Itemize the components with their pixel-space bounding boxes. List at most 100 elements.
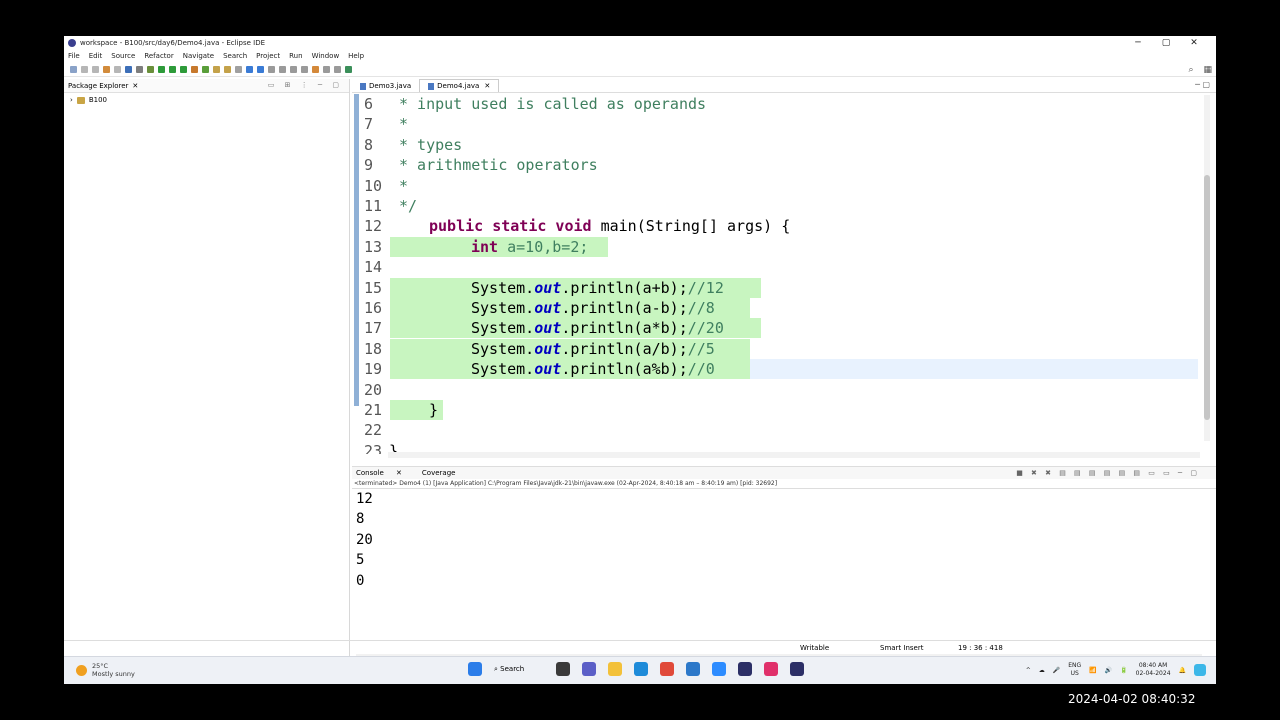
menu-source[interactable]: Source	[111, 52, 135, 60]
perspective-icon[interactable]: ▦	[1203, 65, 1212, 75]
view-menu-icons[interactable]: ▭ ⊞ ⋮ ─ ▢	[268, 81, 343, 89]
onedrive-icon[interactable]: ☁	[1039, 667, 1045, 674]
scroll-thumb[interactable]	[1204, 175, 1210, 420]
editor-view-controls[interactable]: ─ ▢	[1195, 80, 1210, 89]
weather-widget[interactable]: 25°C Mostly sunny	[76, 662, 135, 678]
save-icon[interactable]	[81, 66, 88, 73]
pin-editor-icon[interactable]	[345, 66, 352, 73]
new-java-project-icon[interactable]	[191, 66, 198, 73]
minimize-button[interactable]: ─	[1124, 36, 1152, 50]
menu-project[interactable]: Project	[256, 52, 280, 60]
close-icon[interactable]: ✕	[484, 82, 490, 90]
new-icon[interactable]	[70, 66, 77, 73]
code-line: 6 * input used is called as operands	[354, 94, 1202, 114]
code-line: 14	[354, 257, 1202, 277]
tree-item-project[interactable]: › B100	[64, 93, 349, 107]
copilot-icon[interactable]	[1194, 664, 1206, 676]
debug-icon[interactable]	[147, 66, 154, 73]
console-output[interactable]: 12 8 20 5 0	[352, 489, 1216, 591]
undo-icon[interactable]	[103, 66, 110, 73]
terminal-icon[interactable]	[125, 66, 132, 73]
zoom-icon[interactable]	[712, 662, 726, 676]
notification-bell-icon[interactable]: 🔔	[1179, 667, 1186, 674]
language-indicator[interactable]: ENG US	[1068, 662, 1081, 678]
close-icon[interactable]: ✕	[396, 469, 402, 477]
skip-breakpoints-icon[interactable]	[136, 66, 143, 73]
new-class-icon[interactable]	[202, 66, 209, 73]
line-number: 17	[364, 319, 383, 338]
tab-demo4[interactable]: Demo4.java ✕	[419, 79, 500, 92]
edge-icon[interactable]	[634, 662, 648, 676]
last-edit-icon[interactable]	[312, 66, 319, 73]
file-explorer-icon[interactable]	[608, 662, 622, 676]
horizontal-scrollbar[interactable]	[388, 452, 1200, 458]
vertical-scrollbar[interactable]	[1204, 95, 1210, 441]
weather-desc: Mostly sunny	[92, 670, 135, 678]
line-text: int a=10,b=2;	[471, 237, 588, 257]
package-explorer-tab[interactable]: Package Explorer ✕ ▭ ⊞ ⋮ ─ ▢	[64, 79, 349, 93]
open-task-icon[interactable]	[224, 66, 231, 73]
mark-occurrences-icon[interactable]	[257, 66, 264, 73]
annotation-icon[interactable]	[246, 66, 253, 73]
chevron-right-icon[interactable]: ›	[70, 96, 73, 104]
output-line: 5	[356, 552, 365, 569]
external-tools-icon[interactable]	[180, 66, 187, 73]
console-toolbar-icons[interactable]: ■ ✖ ✖ ▤ ▤ ▤ ▤ ▤ ▤ ▭ ▭ ─ ▢	[1016, 469, 1200, 477]
menu-edit[interactable]: Edit	[89, 52, 103, 60]
menu-navigate[interactable]: Navigate	[183, 52, 214, 60]
menu-run[interactable]: Run	[289, 52, 302, 60]
search-tool-icon[interactable]	[235, 66, 242, 73]
line-text: System.out.println(a/b);//5	[471, 339, 715, 359]
next-annotation-icon[interactable]	[290, 66, 297, 73]
menu-window[interactable]: Window	[312, 52, 340, 60]
menu-refactor[interactable]: Refactor	[144, 52, 173, 60]
menu-search[interactable]: Search	[223, 52, 247, 60]
back-icon[interactable]	[323, 66, 330, 73]
code-token: .println(a+b);	[561, 278, 688, 297]
slack-icon[interactable]	[764, 662, 778, 676]
speaker-icon[interactable]: 🔊	[1105, 667, 1112, 674]
chevron-up-icon[interactable]: ^	[1026, 667, 1031, 674]
windows-start-icon[interactable]	[468, 662, 482, 676]
tab-coverage[interactable]: Coverage	[422, 469, 456, 477]
taskbar: 25°C Mostly sunny ⌕ Search ^ ☁ 🎤 ENG US	[64, 656, 1216, 684]
code-token: * arithmetic operators	[399, 156, 598, 175]
clock[interactable]: 08:40 AM 02-04-2024	[1136, 662, 1171, 678]
menu-help[interactable]: Help	[348, 52, 364, 60]
run-icon[interactable]	[158, 66, 165, 73]
prev-annotation-icon[interactable]	[301, 66, 308, 73]
task-view-icon[interactable]	[556, 662, 570, 676]
redo-icon[interactable]	[114, 66, 121, 73]
terminated-label: <terminated> Demo4 (1) [Java Application…	[352, 479, 1216, 489]
line-number: 22	[364, 421, 383, 440]
code-token: //0	[687, 360, 715, 379]
tab-demo3[interactable]: Demo3.java	[352, 80, 419, 92]
block-select-icon[interactable]	[268, 66, 275, 73]
battery-icon[interactable]: 🔋	[1120, 667, 1127, 674]
tab-label: Demo4.java	[437, 82, 480, 90]
eclipse-active-icon[interactable]	[790, 662, 804, 676]
search-icon[interactable]: ⌕	[1188, 65, 1193, 75]
whitespace-icon[interactable]	[279, 66, 286, 73]
forward-icon[interactable]	[334, 66, 341, 73]
open-type-icon[interactable]	[213, 66, 220, 73]
save-all-icon[interactable]	[92, 66, 99, 73]
taskbar-search[interactable]: ⌕ Search	[494, 665, 542, 674]
code-editor[interactable]: 6 * input used is called as operands 7 * 8 * …	[354, 94, 1202, 454]
sun-icon	[76, 664, 87, 676]
microphone-icon[interactable]: 🎤	[1053, 667, 1060, 674]
eclipse-taskbar-icon[interactable]	[738, 662, 752, 676]
code-token: .println(a-b);	[561, 299, 688, 317]
wifi-icon[interactable]: 📶	[1089, 667, 1096, 674]
chrome-icon[interactable]	[660, 662, 674, 676]
store-icon[interactable]	[686, 662, 700, 676]
teams-icon[interactable]	[582, 662, 596, 676]
project-folder-icon	[76, 96, 85, 104]
maximize-button[interactable]: ▢	[1152, 36, 1180, 50]
close-window-button[interactable]: ✕	[1180, 36, 1208, 50]
tab-console[interactable]: Console ✕	[356, 469, 412, 477]
line-text: }	[429, 400, 438, 420]
coverage-icon[interactable]	[169, 66, 176, 73]
close-icon[interactable]: ✕	[132, 82, 138, 90]
menu-file[interactable]: File	[68, 52, 80, 60]
